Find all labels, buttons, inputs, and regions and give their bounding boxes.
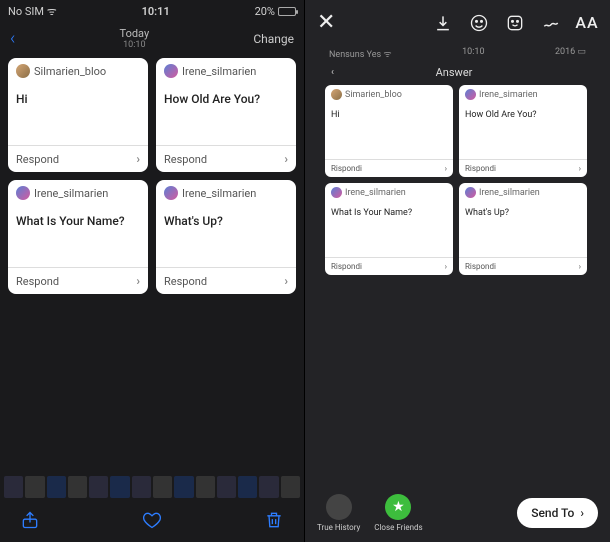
chevron-right-icon: › xyxy=(136,274,140,288)
story-preview: Nensuns Yes ᯤ 10:10 2016 ▭ ‹ Answer Sima… xyxy=(325,45,590,275)
preview-title: Answer xyxy=(436,66,473,79)
preview-cards: Simarien_bloo Hi Rispondi› Irene_simarie… xyxy=(325,85,590,275)
question-text: What's Up? xyxy=(156,204,296,267)
respond-button[interactable]: Rispondi› xyxy=(459,257,587,275)
chevron-right-icon: › xyxy=(136,152,140,166)
send-to-button[interactable]: Send To › xyxy=(517,498,598,528)
question-text: Hi xyxy=(8,82,148,145)
question-card[interactable]: Simarien_bloo Hi Rispondi› xyxy=(325,85,453,177)
question-card[interactable]: Irene_silmarien What Is Your Name? Respo… xyxy=(8,180,148,294)
respond-button[interactable]: Respond› xyxy=(8,145,148,172)
preview-nav: ‹ Answer xyxy=(325,62,590,85)
avatar-icon xyxy=(16,186,30,200)
sticker-icon[interactable] xyxy=(504,12,526,34)
download-icon[interactable] xyxy=(432,12,454,34)
chevron-right-icon: › xyxy=(580,506,584,520)
avatar-icon xyxy=(164,64,178,78)
chevron-right-icon: › xyxy=(284,274,288,288)
username: Silmarien_bloo xyxy=(34,65,106,78)
question-card[interactable]: Irene_silmarien What's Up? Respond› xyxy=(156,180,296,294)
left-screenshot: No SIM ᯤ 10:11 20% ‹ Today 10:10 Change … xyxy=(0,0,305,542)
close-icon[interactable]: ✕ xyxy=(317,10,335,35)
clock: 10:11 xyxy=(142,5,170,18)
question-card[interactable]: Irene_silmarien What's Up? Rispondi› xyxy=(459,183,587,275)
your-story-button[interactable]: True History xyxy=(317,494,360,532)
nav-title: Today 10:10 xyxy=(120,27,150,50)
nav-bar: ‹ Today 10:10 Change xyxy=(0,23,304,58)
avatar-icon xyxy=(331,89,342,100)
bottom-toolbar xyxy=(0,502,304,542)
username: Irene_silmarien xyxy=(182,187,256,200)
battery-status: 20% xyxy=(255,5,296,18)
avatar-icon xyxy=(465,187,476,198)
question-card[interactable]: Irene_simarien How Old Are You? Rispondi… xyxy=(459,85,587,177)
respond-button[interactable]: Respond› xyxy=(156,267,296,294)
share-icon[interactable] xyxy=(20,510,40,535)
back-icon[interactable]: ‹ xyxy=(10,28,15,49)
text-icon[interactable]: AA xyxy=(576,12,598,34)
respond-button[interactable]: Rispondi› xyxy=(325,159,453,177)
story-toolbar: ✕ AA xyxy=(305,0,610,45)
question-card[interactable]: Irene_silmarien What Is Your Name? Rispo… xyxy=(325,183,453,275)
question-card[interactable]: Silmarien_bloo Hi Respond› xyxy=(8,58,148,172)
respond-button[interactable]: Respond› xyxy=(156,145,296,172)
username: Irene_silmarien xyxy=(182,65,256,78)
preview-status-bar: Nensuns Yes ᯤ 10:10 2016 ▭ xyxy=(325,45,590,62)
star-icon: ★ xyxy=(385,494,411,520)
username: Irene_silmarien xyxy=(34,187,108,200)
close-friends-button[interactable]: ★ Close Friends xyxy=(374,494,422,532)
question-text: How Old Are You? xyxy=(156,82,296,145)
respond-button[interactable]: Rispondi› xyxy=(459,159,587,177)
avatar-icon xyxy=(16,64,30,78)
carrier-label: No SIM ᯤ xyxy=(8,4,57,19)
respond-button[interactable]: Respond› xyxy=(8,267,148,294)
avatar-icon xyxy=(331,187,342,198)
back-icon[interactable]: ‹ xyxy=(331,67,334,78)
avatar-icon xyxy=(164,186,178,200)
question-card[interactable]: Irene_silmarien How Old Are You? Respond… xyxy=(156,58,296,172)
heart-icon[interactable] xyxy=(142,510,162,535)
chevron-right-icon: › xyxy=(284,152,288,166)
question-text: What Is Your Name? xyxy=(8,204,148,267)
change-button[interactable]: Change xyxy=(253,32,294,46)
story-bottom-bar: True History ★ Close Friends Send To › xyxy=(305,494,610,532)
status-bar: No SIM ᯤ 10:11 20% xyxy=(0,0,304,23)
wifi-icon: ᯤ xyxy=(47,5,57,18)
question-cards: Silmarien_bloo Hi Respond› Irene_silmari… xyxy=(0,58,304,294)
trash-icon[interactable] xyxy=(264,510,284,535)
media-thumbnails[interactable] xyxy=(0,476,304,502)
right-screenshot: ✕ AA Nensuns Yes ᯤ 10:10 2016 ▭ ‹ Answer… xyxy=(305,0,610,542)
draw-icon[interactable] xyxy=(540,12,562,34)
face-icon[interactable] xyxy=(468,12,490,34)
story-circle-icon xyxy=(326,494,352,520)
respond-button[interactable]: Rispondi› xyxy=(325,257,453,275)
avatar-icon xyxy=(465,89,476,100)
